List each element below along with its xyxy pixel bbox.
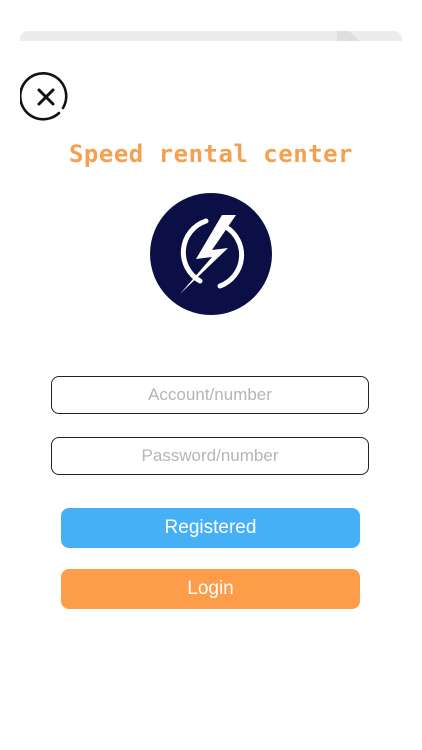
lightning-bolt-icon	[180, 215, 245, 294]
brand-logo	[150, 193, 272, 315]
login-button[interactable]: Login	[61, 569, 360, 609]
close-icon	[20, 71, 68, 121]
login-screen: Speed rental center Registered Login	[0, 0, 422, 750]
account-input[interactable]	[51, 376, 369, 414]
close-button[interactable]	[20, 71, 72, 123]
top-banner-strip	[20, 31, 402, 41]
register-button[interactable]: Registered	[61, 508, 360, 548]
app-title: Speed rental center	[68, 140, 354, 168]
banner-notch	[337, 31, 359, 41]
password-input[interactable]	[51, 437, 369, 475]
